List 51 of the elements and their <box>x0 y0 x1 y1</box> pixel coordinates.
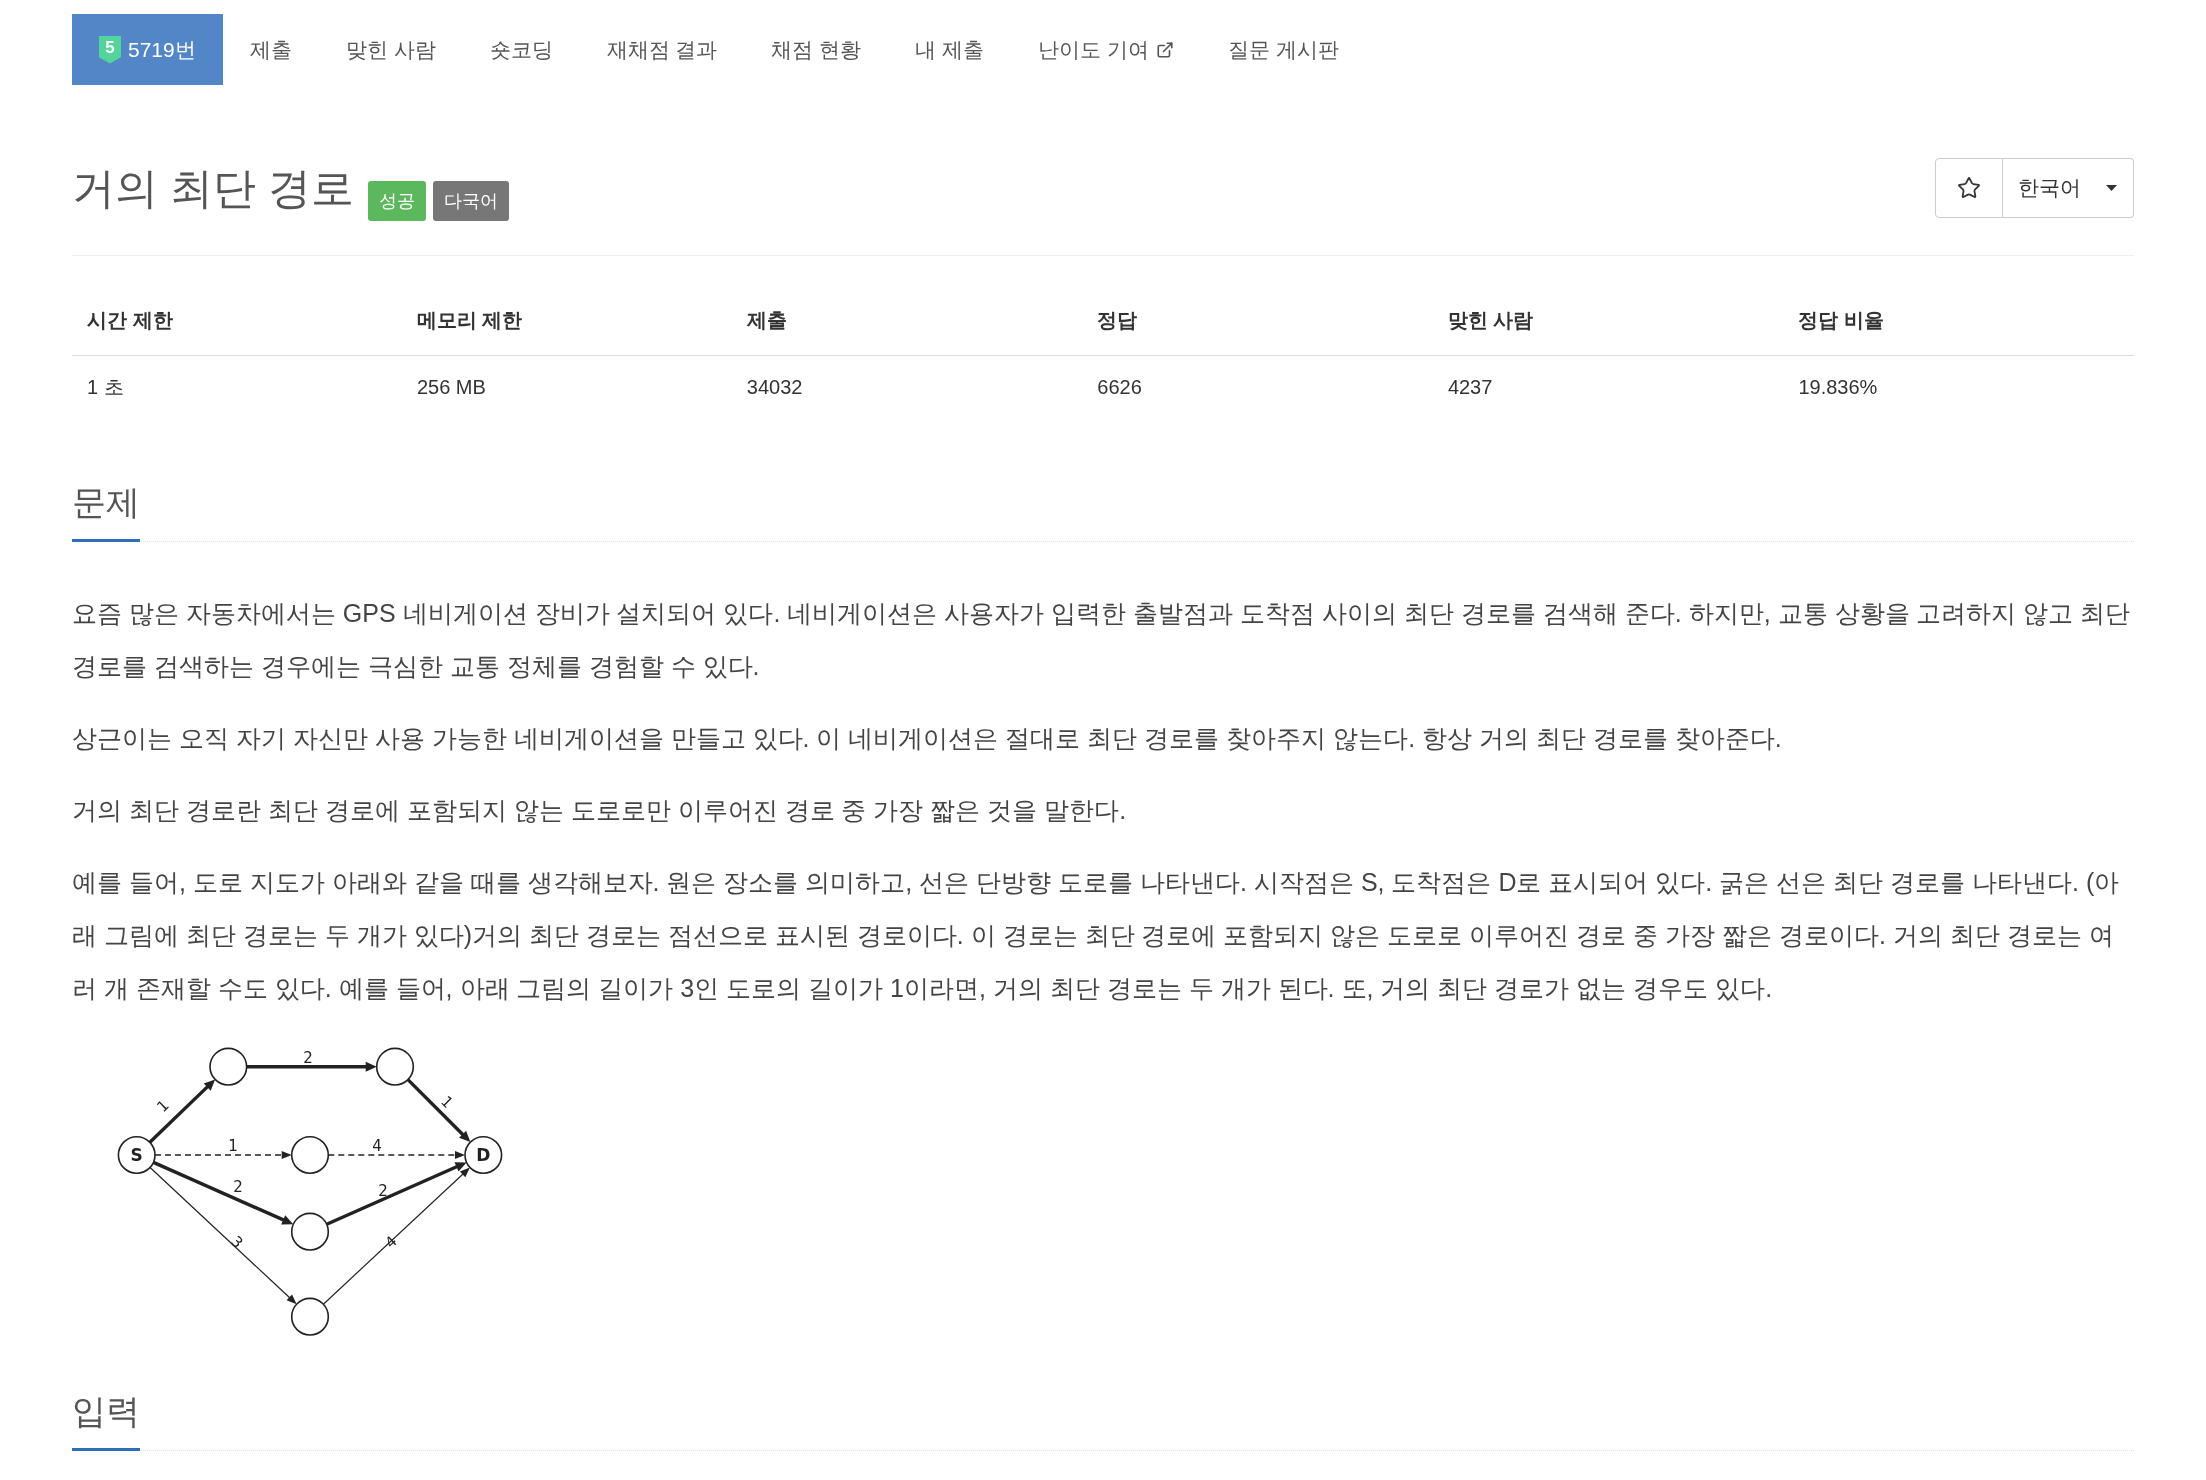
table-cell-text: 4237 <box>1446 374 1494 400</box>
problem-paragraph: 예를 들어, 도로 지도가 아래와 같을 때를 생각해보자. 원은 장소를 의미하고, 선은 단방향 도로를 나타낸다. 시작점은 S, 도착점은 D로 표시되어 있다. 굵은 선은 최단 경로를 나타낸다. (아래 그림에 최단 경로는 두 개가 있다)거의 최단 경로는 점선으로 표시된 경로이다. 이 경로는 최단 경로에 포함되지 않은 도로로 이루어진 경로 중 가장 짧은 경로이다. 거의 최단 경로는 여러 개 존재할 수도 있다. 예를 들어, 아래 그림의 길이가 3인 도로의 길이가 1이라면, 거의 최단 경로는 두 개가 된다. 또, 거의 최단 경로가 없는 경우도 있다. <box>72 867 2121 1004</box>
column-header: 메모리 제한 <box>401 286 732 356</box>
table-cell-text: 256 MB <box>415 374 487 400</box>
graph-node <box>290 1212 330 1251</box>
edge-weight: 1 <box>437 1092 457 1112</box>
table-cell-text: 1 초 <box>86 374 125 400</box>
column-header: 제출 <box>731 286 1083 356</box>
caret-icon <box>2106 185 2117 191</box>
table-cell-text: 34032 <box>745 374 804 400</box>
column-header: 정답 비율 <box>1783 286 2134 356</box>
thick-arrow <box>406 1078 471 1143</box>
edge-weight: 4 <box>372 1137 382 1155</box>
edge-weight: 2 <box>378 1182 388 1200</box>
status-label: 다국어 <box>432 181 509 221</box>
table-cell-text: 19.836% <box>1797 374 1879 400</box>
nav-tab[interactable]: 재채점 결과 <box>579 14 745 85</box>
level-badge: 5 <box>99 35 121 64</box>
column-header: 정답 <box>1082 286 1433 356</box>
table-cell-text: 6626 <box>1096 374 1143 400</box>
graph-node <box>290 1297 330 1336</box>
edge-weight: 1 <box>228 1137 238 1155</box>
graph-node <box>209 1047 248 1086</box>
graph-node <box>290 1135 330 1175</box>
nav-tab[interactable]: 숏코딩 <box>462 14 580 85</box>
nav-tab[interactable]: 채점 현황 <box>744 14 889 85</box>
star-button[interactable] <box>1935 158 2003 218</box>
problem-paragraph: 거의 최단 경로란 최단 경로에 포함되지 않는 도로로만 이루어진 경로 중 가장 짧은 것을 말한다. <box>72 795 1128 826</box>
edge-weight: 1 <box>153 1096 173 1116</box>
problem-title: 거의 최단 경로 <box>72 163 354 214</box>
graph-node: S <box>117 1135 156 1175</box>
nav-tab[interactable]: 제출 <box>222 14 319 85</box>
section-heading: 입력 <box>72 1387 140 1451</box>
thick-arrow <box>148 1079 216 1144</box>
column-header: 맞힌 사람 <box>1432 286 1784 356</box>
nav-tab[interactable]: 맞힌 사람 <box>318 14 463 85</box>
language-dropdown[interactable]: 한국어 <box>2003 158 2134 218</box>
nav-tab[interactable]: 난이도 기여 <box>1011 14 1201 85</box>
nav-tab[interactable]: 5 5719번 <box>72 14 223 85</box>
status-label: 성공 <box>367 181 426 221</box>
edge-weight: 2 <box>233 1178 243 1196</box>
problem-paragraph: 요즘 많은 자동차에서는 GPS 네비게이션 장비가 설치되어 있다. 네비게이션은 사용자가 입력한 출발점과 도착점 사이의 최단 경로를 검색해 준다. 하지만, 교통 상황을 고려하지 않고 최단 경로를 검색하는 경우에는 극심한 교통 정체를 경험할 수 있다. <box>72 598 2132 682</box>
section-heading: 문제 <box>72 478 140 542</box>
edge-weight: 2 <box>303 1049 313 1067</box>
graph-node: D <box>464 1135 503 1175</box>
edge-weight: 4 <box>381 1232 401 1252</box>
problem-paragraph: 상근이는 오직 자기 자신만 사용 가능한 네비게이션을 만들고 있다. 이 네비게이션은 절대로 최단 경로를 찾아주지 않는다. 항상 거의 최단 경로를 찾아준다. <box>72 723 1783 754</box>
nav-tab[interactable]: 질문 게시판 <box>1200 14 1366 85</box>
graph-node <box>375 1047 415 1086</box>
column-header: 시간 제한 <box>72 286 402 356</box>
nav-tab[interactable]: 내 제출 <box>888 14 1012 85</box>
